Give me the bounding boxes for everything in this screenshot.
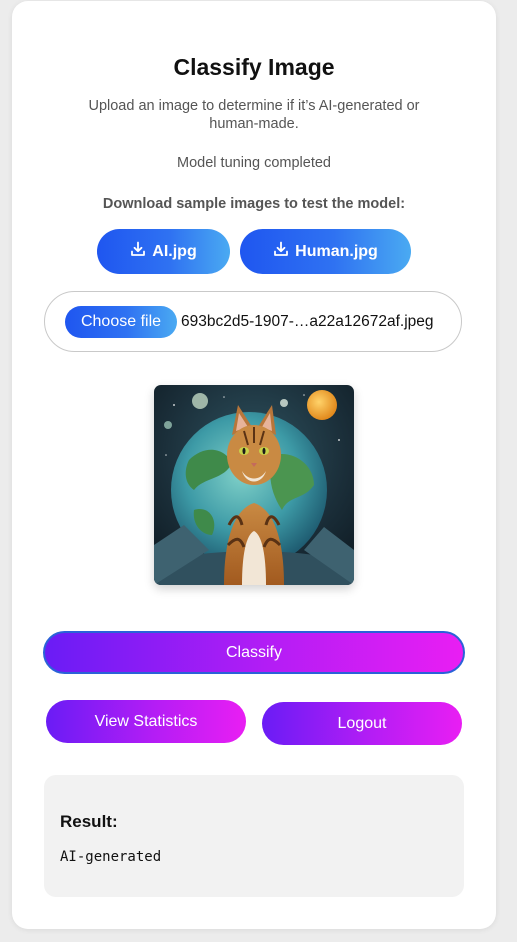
sample-download-heading: Download sample images to test the model… xyxy=(102,196,406,212)
view-statistics-button[interactable]: View Statistics xyxy=(46,700,246,743)
result-label: Result: xyxy=(60,812,118,831)
logout-button[interactable]: Logout xyxy=(262,702,462,745)
download-ai-sample-button[interactable]: AI.jpg xyxy=(97,229,230,274)
selected-file-name: 693bc2d5-1907-…a22a12672af.jpeg xyxy=(181,313,434,330)
download-human-label: Human.jpg xyxy=(295,242,378,260)
download-ai-label: AI.jpg xyxy=(152,242,197,260)
cat-image-preview xyxy=(154,385,354,585)
file-upload-field[interactable]: Choose file 693bc2d5-1907-…a22a12672af.j… xyxy=(44,291,462,352)
download-human-sample-button[interactable]: Human.jpg xyxy=(240,229,411,274)
choose-file-button[interactable]: Choose file xyxy=(65,306,177,338)
page-subtitle: Upload an image to determine if it’s AI-… xyxy=(88,98,420,132)
image-preview xyxy=(154,385,354,585)
result-value: AI-generated xyxy=(60,849,162,865)
classify-card: Classify Image Upload an image to determ… xyxy=(12,1,496,929)
result-panel: Result: AI-generated xyxy=(44,775,464,897)
classify-button[interactable]: Classify xyxy=(43,631,465,674)
model-status: Model tuning completed xyxy=(177,155,331,171)
download-icon xyxy=(130,241,146,257)
page-title: Classify Image xyxy=(173,54,335,80)
download-icon xyxy=(273,241,289,257)
